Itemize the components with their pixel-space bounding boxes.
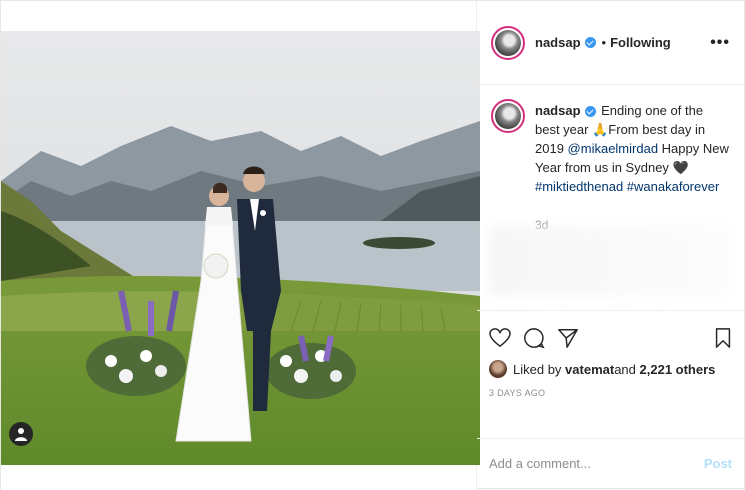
post-media <box>1 1 480 490</box>
comment-input[interactable] <box>489 456 704 471</box>
following-button[interactable]: Following <box>610 35 671 50</box>
post-comment-button[interactable]: Post <box>704 456 732 471</box>
instagram-post: nadsap • Following ••• nadsap Ending one… <box>0 0 745 490</box>
verified-badge-icon <box>584 106 596 118</box>
caption-username[interactable]: nadsap <box>535 103 581 118</box>
avatar[interactable] <box>491 25 525 60</box>
liker-avatar[interactable] <box>489 360 507 378</box>
wedding-photo <box>1 31 480 465</box>
likes-mid: and <box>614 361 636 377</box>
user-tag-button[interactable] <box>9 422 33 446</box>
heart-emoji-icon: 🖤 <box>672 160 689 175</box>
likes-summary: Liked by vatemat and 2,221 others <box>477 354 744 378</box>
separator-dot: • <box>601 35 607 50</box>
comment-icon[interactable] <box>523 327 545 349</box>
comment-box: Post <box>477 438 744 488</box>
heart-icon[interactable] <box>489 327 511 348</box>
more-options-icon[interactable]: ••• <box>710 34 730 52</box>
post-header: nadsap • Following ••• <box>477 1 744 85</box>
post-timestamp[interactable]: 3 DAYS AGO <box>477 378 744 398</box>
action-bar <box>477 310 744 354</box>
hashtag-link[interactable]: #miktiedthenad <box>535 179 623 194</box>
bookmark-icon[interactable] <box>714 327 732 349</box>
liker-username[interactable]: vatemat <box>565 362 614 377</box>
likes-prefix: Liked by <box>513 361 562 377</box>
post-photo[interactable] <box>1 31 480 465</box>
share-icon[interactable] <box>557 327 579 349</box>
user-tag-icon <box>15 428 27 441</box>
mention-link[interactable]: @mikaelmirdad <box>568 141 659 156</box>
pray-emoji-icon: 🙏 <box>592 122 609 137</box>
post-sidebar: nadsap • Following ••• nadsap Ending one… <box>477 1 744 488</box>
username[interactable]: nadsap <box>535 35 581 50</box>
likes-count-link[interactable]: 2,221 others <box>640 362 716 377</box>
caption-avatar[interactable] <box>491 99 525 133</box>
blurred-comments <box>489 226 729 296</box>
hashtag-link[interactable]: #wanakaforever <box>627 179 720 194</box>
verified-badge-icon <box>584 37 596 48</box>
